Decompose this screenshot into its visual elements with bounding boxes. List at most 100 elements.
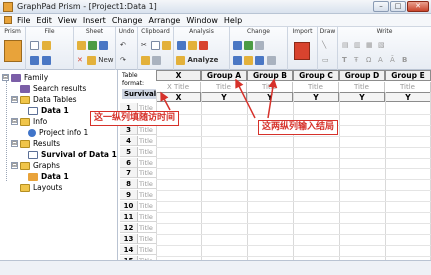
change-icon-5[interactable] [244,55,253,65]
data-cell[interactable] [202,179,247,190]
data-cell[interactable] [202,245,247,256]
change-icon-1[interactable] [233,40,242,50]
save-icon[interactable] [30,55,39,65]
text-box-icon[interactable]: Ŧ [354,55,358,65]
row-title-cell[interactable]: Title [138,125,156,135]
new-sheet-button[interactable]: New [87,55,114,65]
column-title-group-e[interactable]: Title [385,82,431,92]
row-title-cell[interactable]: Title [138,223,156,233]
column-title-group-a[interactable]: Title [201,82,247,92]
data-cell[interactable] [248,201,293,212]
data-cell[interactable] [340,212,385,223]
nav-item-data-1[interactable]: Data 1 [28,105,69,116]
document-menu-icon[interactable] [4,16,12,24]
data-cell[interactable] [248,190,293,201]
data-cell[interactable] [202,212,247,223]
font-size-icon[interactable]: A [378,55,383,65]
data-cell[interactable] [294,158,339,169]
data-cell[interactable] [157,125,201,136]
row-title-cell[interactable]: Title [138,147,156,157]
data-cell[interactable] [386,147,430,158]
menu-file[interactable]: File [14,16,33,25]
change-icon-6[interactable] [255,55,264,65]
data-cell[interactable] [340,179,385,190]
analysis-icon-3[interactable] [199,40,208,50]
data-cell[interactable] [248,147,293,158]
sheet-list-icon[interactable] [99,40,108,50]
data-cell[interactable] [248,234,293,245]
column-header-x[interactable]: X [156,70,201,81]
prism-button-icon[interactable] [4,40,22,62]
column-header-group-e[interactable]: Group E [385,70,431,81]
nav-item-info[interactable]: ⊟ Info [11,116,47,127]
data-cell[interactable] [294,245,339,256]
draw-shape-icon[interactable]: ▭ [322,55,329,65]
column-header-group-c[interactable]: Group C [293,70,339,81]
data-cell[interactable] [294,168,339,179]
data-cell[interactable] [248,158,293,169]
row-title-cell[interactable]: Title [138,168,156,179]
data-cell[interactable] [294,179,339,190]
nav-item-data-tables[interactable]: ⊟ Data Tables [11,94,77,105]
nav-item-layouts[interactable]: Layouts [20,182,62,193]
data-cell[interactable] [294,212,339,223]
row-number[interactable]: 12 [120,222,138,233]
write-icon-3[interactable]: ▦ [366,40,373,50]
row-title-cell[interactable]: Title [138,190,156,201]
data-cell[interactable] [386,245,430,256]
data-cell[interactable] [386,223,430,234]
draw-line-icon[interactable]: ╲ [322,40,326,50]
change-icon-3[interactable] [255,40,264,50]
nav-item-search-results[interactable]: Search results [20,83,86,94]
data-cell[interactable] [294,234,339,245]
data-cell[interactable] [386,190,430,201]
data-cell[interactable] [202,223,247,234]
menu-view[interactable]: View [55,16,80,25]
collapse-icon[interactable]: ⊟ [11,140,18,147]
save-all-icon[interactable] [42,55,51,65]
data-cell[interactable] [386,168,430,179]
data-cell[interactable] [248,168,293,179]
data-cell[interactable] [340,103,385,114]
column-header-group-a[interactable]: Group A [201,70,247,81]
row-number[interactable]: 7 [120,168,138,179]
data-cell[interactable] [157,234,201,245]
paste-icon[interactable] [162,40,171,50]
row-title-cell[interactable]: Title [138,158,156,168]
data-cell[interactable] [386,179,430,190]
pencil-icon[interactable] [77,40,86,50]
row-number[interactable]: 6 [120,157,138,168]
import-icon[interactable] [294,42,310,60]
table-format-corner[interactable]: Table format: Survival [120,72,156,99]
nav-item-graph-data-1[interactable]: Data 1 [28,171,69,182]
menu-arrange[interactable]: Arrange [145,16,183,25]
row-title-cell[interactable]: Title [138,212,156,222]
minimize-button[interactable]: – [373,1,389,12]
close-button[interactable]: ✕ [407,1,429,12]
data-cell[interactable] [157,158,201,169]
data-cell[interactable] [386,234,430,245]
data-cell[interactable] [248,136,293,147]
collapse-icon[interactable]: ⊟ [11,96,18,103]
data-cell[interactable] [340,223,385,234]
change-icon-2[interactable] [244,40,253,50]
data-cell[interactable] [202,136,247,147]
data-cell[interactable] [157,245,201,256]
bold-icon[interactable]: B [402,55,407,65]
clipboard-menu-icon[interactable] [152,55,161,65]
data-cell[interactable] [157,179,201,190]
symbol-icon[interactable]: Ω [366,55,371,65]
write-icon-2[interactable]: ▥ [354,40,361,50]
data-cell[interactable] [157,212,201,223]
column-title-x[interactable]: X Title [156,82,201,92]
data-cell[interactable] [294,223,339,234]
nav-item-graphs[interactable]: ⊟ Graphs [11,160,60,171]
menu-change[interactable]: Change [109,16,146,25]
data-cell[interactable] [386,125,430,136]
data-cell[interactable] [294,190,339,201]
data-cell[interactable] [248,245,293,256]
paste-special-icon[interactable] [141,55,150,65]
analysis-icon-1[interactable] [177,40,186,50]
data-cell[interactable] [294,201,339,212]
data-cell[interactable] [248,212,293,223]
